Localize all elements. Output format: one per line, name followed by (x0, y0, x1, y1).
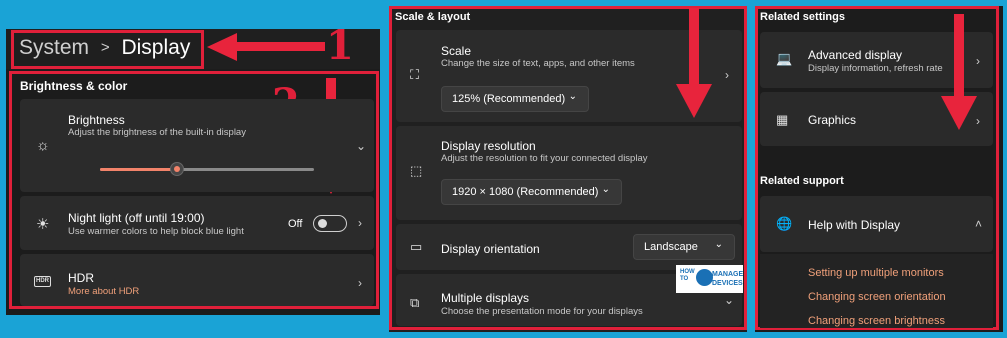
resolution-subtitle: Adjust the resolution to fit your connec… (441, 153, 648, 164)
slider-thumb[interactable] (170, 162, 184, 176)
scale-dropdown[interactable]: 125% (Recommended) ⌄ (441, 86, 589, 112)
night-light-title: Night light (off until 19:00) (68, 211, 205, 225)
resolution-icon: ⬚ (410, 163, 423, 178)
scale-icon: ⛶ (410, 67, 420, 82)
multiple-displays-subtitle: Choose the presentation mode for your di… (441, 306, 643, 317)
callout-arrow-3 (676, 8, 712, 120)
resolution-dropdown-chevron-icon: ⌄ (601, 184, 610, 195)
callout-number-1: 1 (326, 22, 354, 69)
advanced-display-title: Advanced display (808, 48, 903, 62)
scale-value: 125% (Recommended) (452, 93, 566, 105)
graphics-title: Graphics (808, 113, 857, 127)
slider-fill (100, 168, 177, 171)
brightness-subtitle: Adjust the brightness of the built-in di… (68, 127, 246, 138)
advanced-display-subtitle: Display information, refresh rate (808, 63, 943, 74)
watermark-to: TO (680, 276, 689, 282)
multiple-displays-title: Multiple displays (441, 291, 530, 305)
watermark-how: HOW (680, 269, 695, 275)
callout-arrow-1 (207, 33, 327, 61)
callout-arrow-4 (941, 14, 977, 132)
help-link-screen-brightness[interactable]: Changing screen brightness (808, 315, 945, 327)
hdr-title: HDR (68, 271, 94, 285)
hdr-chevron-icon[interactable]: › (358, 276, 362, 290)
laptop-icon: 💻 (776, 51, 793, 66)
night-light-chevron-icon[interactable]: › (358, 216, 362, 230)
night-light-icon: ☀ (36, 216, 50, 233)
resolution-dropdown[interactable]: 1920 × 1080 (Recommended) ⌄ (441, 179, 622, 205)
resolution-title: Display resolution (441, 139, 536, 153)
scale-dropdown-chevron-icon: ⌄ (568, 91, 577, 102)
orientation-dropdown[interactable]: Landscape ⌄ (633, 234, 735, 260)
orientation-dropdown-chevron-icon: ⌄ (714, 239, 723, 250)
multiple-displays-icon: ⧉ (410, 295, 420, 310)
help-link-screen-orientation[interactable]: Changing screen orientation (808, 291, 946, 303)
help-with-display-title: Help with Display (808, 218, 901, 232)
orientation-icon: ▭ (410, 239, 423, 254)
related-settings-heading: Related settings (760, 11, 845, 23)
watermark-logo: HOW TO MANAGE DEVICES (676, 265, 743, 293)
brightness-slider[interactable] (100, 162, 314, 176)
brightness-expand-chevron-icon[interactable]: ⌄ (356, 139, 366, 153)
multiple-displays-chevron-icon[interactable]: ⌄ (724, 293, 734, 307)
breadcrumb: System > Display (19, 36, 190, 60)
brightness-color-heading: Brightness & color (20, 79, 128, 93)
globe-icon: 🌐 (776, 216, 793, 231)
hdr-icon: HDR (34, 276, 51, 287)
resolution-value: 1920 × 1080 (Recommended) (452, 186, 599, 198)
scale-title: Scale (441, 44, 472, 58)
brightness-title: Brightness (68, 113, 125, 127)
more-about-hdr-link[interactable]: More about HDR (68, 286, 139, 297)
help-link-multiple-monitors[interactable]: Setting up multiple monitors (808, 267, 944, 279)
graphics-icon: ▦ (776, 112, 789, 127)
scale-layout-heading: Scale & layout (395, 11, 471, 23)
hdr-icon-label: HDR (36, 278, 49, 284)
watermark-devices: DEVICES (712, 280, 743, 287)
night-light-toggle[interactable] (313, 215, 347, 232)
orientation-value: Landscape (644, 241, 698, 253)
orientation-title: Display orientation (441, 242, 540, 256)
breadcrumb-separator: > (100, 39, 110, 56)
scale-chevron-icon[interactable]: › (725, 68, 729, 82)
watermark-manage: MANAGE (712, 271, 744, 278)
breadcrumb-display: Display (121, 36, 191, 59)
night-light-subtitle: Use warmer colors to help block blue lig… (68, 226, 244, 237)
night-light-state: Off (288, 218, 303, 230)
help-collapse-chevron-icon[interactable]: ˄ (975, 217, 982, 231)
related-support-heading: Related support (760, 175, 844, 187)
breadcrumb-system[interactable]: System (19, 36, 89, 59)
scale-subtitle: Change the size of text, apps, and other… (441, 58, 635, 69)
sun-icon: ☼ (36, 137, 50, 154)
